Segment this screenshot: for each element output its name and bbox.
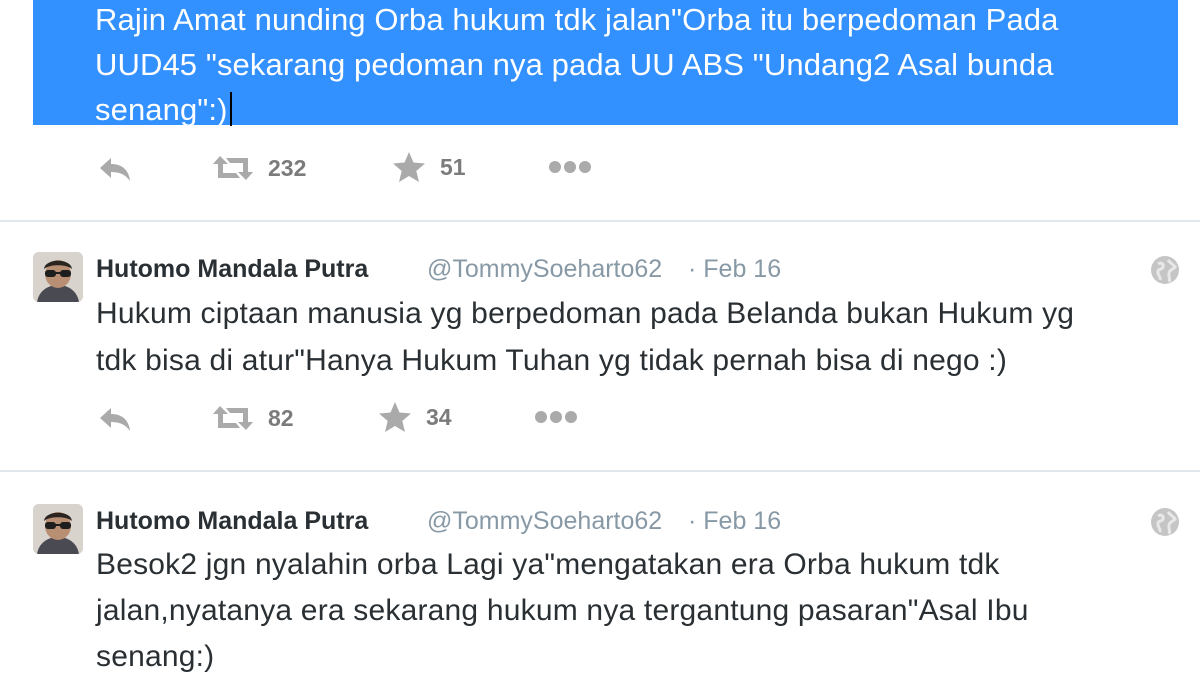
retweet-count: 232 xyxy=(268,154,307,181)
tweet-date[interactable]: · Feb 16 xyxy=(688,507,781,536)
avatar-image xyxy=(33,252,83,302)
tweet-3: Hutomo Mandala Putra @TommySoeharto62 · … xyxy=(0,472,1200,675)
tweet-text-line: senang":) xyxy=(95,92,228,127)
globe-icon[interactable] xyxy=(1150,255,1180,285)
reply-button[interactable] xyxy=(97,154,133,182)
tweet-text-line: Besok2 jgn nyalahin orba Lagi ya"mengata… xyxy=(96,548,1000,581)
tweet-2: Hutomo Mandala Putra @TommySoeharto62 · … xyxy=(0,222,1200,470)
avatar[interactable] xyxy=(33,252,83,302)
text-cursor xyxy=(230,92,232,126)
author-handle[interactable]: @TommySoeharto62 xyxy=(427,255,662,284)
avatar[interactable] xyxy=(33,504,83,554)
favorite-button[interactable]: 34 xyxy=(378,401,452,433)
retweet-icon xyxy=(213,156,253,180)
tweet-date[interactable]: · Feb 16 xyxy=(688,255,781,284)
tweet-actions: 82 34 xyxy=(0,402,1200,442)
retweet-button[interactable]: 82 xyxy=(212,402,294,434)
tweet-text-line: Rajin Amat nunding Orba hukum tdk jalan"… xyxy=(95,2,1059,37)
more-button[interactable] xyxy=(548,160,592,174)
reply-icon xyxy=(100,408,130,431)
author-handle[interactable]: @TommySoeharto62 xyxy=(427,507,662,536)
tweet-text-line: Hukum ciptaan manusia yg berpedoman pada… xyxy=(96,297,1075,330)
author-name[interactable]: Hutomo Mandala Putra xyxy=(96,507,368,536)
tweet-text-line: senang:) xyxy=(96,640,215,673)
retweet-icon xyxy=(213,406,253,430)
globe-icon[interactable] xyxy=(1150,507,1180,537)
avatar-image xyxy=(33,504,83,554)
selected-tweet-text[interactable]: Rajin Amat nunding Orba hukum tdk jalan"… xyxy=(33,0,1178,127)
reply-button[interactable] xyxy=(97,404,133,432)
star-icon xyxy=(393,152,425,182)
retweet-count: 82 xyxy=(268,404,294,431)
more-icon xyxy=(549,161,591,173)
author-name[interactable]: Hutomo Mandala Putra xyxy=(96,255,368,284)
reply-icon xyxy=(100,158,130,181)
tweet-text-line: tdk bisa di atur"Hanya Hukum Tuhan yg ti… xyxy=(96,344,1008,377)
more-icon xyxy=(535,411,577,423)
tweet-1: Rajin Amat nunding Orba hukum tdk jalan"… xyxy=(0,0,1200,220)
tweet-actions: 232 51 xyxy=(0,150,1200,190)
tweet-text-line: UUD45 "sekarang pedoman nya pada UU ABS … xyxy=(95,47,1054,82)
more-button[interactable] xyxy=(534,410,578,424)
star-icon xyxy=(379,402,411,432)
tweet-text-line: jalan,nyatanya era sekarang hukum nya te… xyxy=(96,594,1029,627)
favorite-count: 34 xyxy=(426,403,452,430)
favorite-count: 51 xyxy=(440,153,466,180)
retweet-button[interactable]: 232 xyxy=(212,152,306,184)
favorite-button[interactable]: 51 xyxy=(392,151,466,183)
